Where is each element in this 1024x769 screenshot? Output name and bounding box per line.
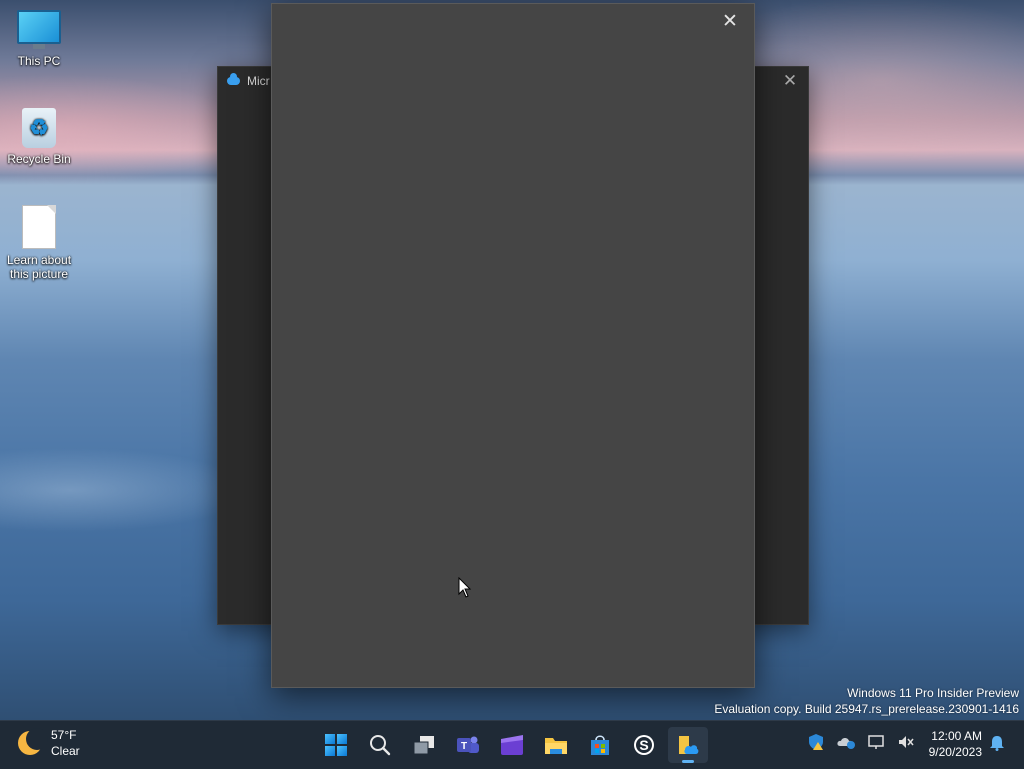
bell-icon[interactable] <box>988 735 1006 753</box>
desktop-icon-label: Recycle Bin <box>7 152 71 166</box>
skype-icon: S <box>634 735 654 755</box>
onedrive-icon <box>679 736 699 754</box>
recycle-bin-icon: ♻ <box>22 108 56 148</box>
folder-icon <box>545 738 567 754</box>
store-icon <box>591 735 609 755</box>
close-button[interactable]: ✕ <box>718 10 742 34</box>
evaluation-watermark: Windows 11 Pro Insider Preview Evaluatio… <box>714 685 1019 717</box>
taskbar: 57°F Clear T S 12:00 AM 9/20/2023 <box>0 720 1024 769</box>
clock-date: 9/20/2023 <box>928 745 982 759</box>
blank-dialog-window[interactable]: ✕ <box>271 3 755 688</box>
search-icon <box>370 735 391 756</box>
clipchamp-button[interactable] <box>492 727 532 763</box>
start-button[interactable] <box>316 727 356 763</box>
system-tray <box>805 731 925 753</box>
network-icon[interactable] <box>865 731 887 753</box>
weather-widget[interactable]: 57°F Clear <box>18 727 80 759</box>
search-button[interactable] <box>360 727 400 763</box>
weather-temperature: 57°F <box>51 728 77 742</box>
weather-condition: Clear <box>51 744 80 758</box>
task-view-icon <box>413 736 434 755</box>
clock-time: 12:00 AM <box>931 729 982 743</box>
onedrive-info-icon[interactable] <box>835 731 857 753</box>
svg-text:S: S <box>639 737 648 753</box>
file-explorer-button[interactable] <box>536 727 576 763</box>
desktop-icon-learn-picture[interactable]: Learn about this picture <box>1 205 77 281</box>
task-view-button[interactable] <box>404 727 444 763</box>
window-title: Micr <box>247 74 270 88</box>
desktop-icon-recycle-bin[interactable]: ♻ Recycle Bin <box>1 108 77 166</box>
desktop-icon-label: Learn about this picture <box>6 253 72 281</box>
security-warning-icon[interactable] <box>805 731 827 753</box>
desktop-icon-this-pc[interactable]: This PC <box>1 10 77 68</box>
windows-logo-icon <box>325 734 347 756</box>
onedrive-taskbar-button[interactable] <box>668 727 708 763</box>
svg-text:T: T <box>461 741 467 752</box>
document-icon <box>22 205 56 249</box>
teams-button[interactable]: T <box>448 727 488 763</box>
onedrive-cloud-icon <box>227 73 240 85</box>
volume-muted-icon[interactable] <box>895 731 917 753</box>
skype-button[interactable]: S <box>624 727 664 763</box>
close-button[interactable]: ✕ <box>780 71 800 91</box>
watermark-line-2: Evaluation copy. Build 25947.rs_prerelea… <box>714 702 1019 716</box>
moon-icon <box>18 728 48 755</box>
taskbar-apps: T S <box>316 727 712 763</box>
store-button[interactable] <box>580 727 620 763</box>
taskbar-clock[interactable]: 12:00 AM 9/20/2023 <box>922 728 982 760</box>
teams-icon: T <box>457 736 479 753</box>
watermark-line-1: Windows 11 Pro Insider Preview <box>847 686 1019 700</box>
computer-icon <box>17 10 61 49</box>
desktop-icon-label: This PC <box>17 54 61 68</box>
clipchamp-icon <box>501 735 523 755</box>
